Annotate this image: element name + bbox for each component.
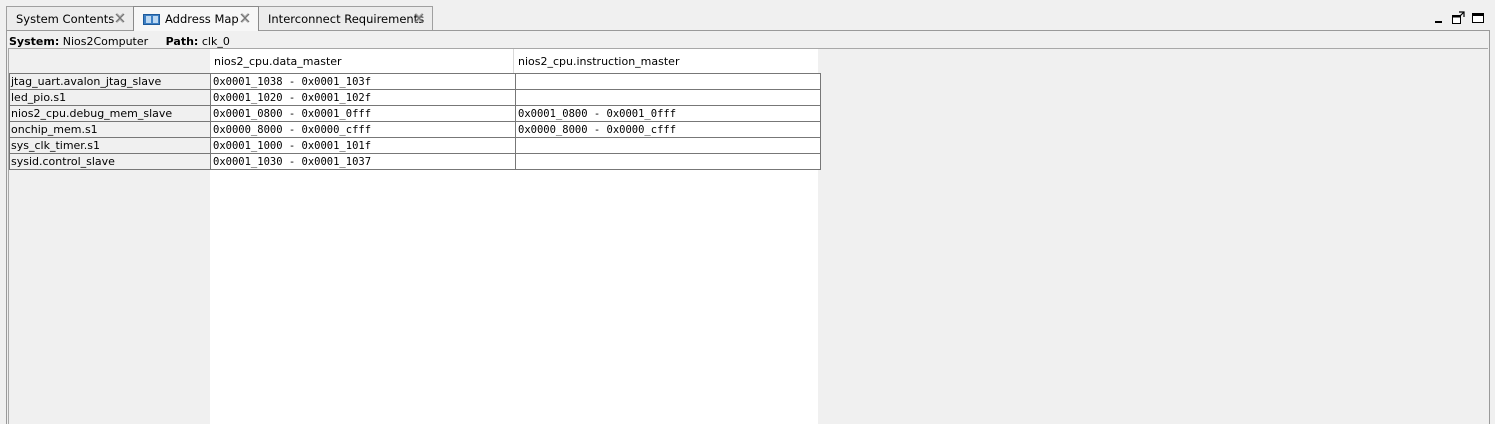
restore-icon[interactable] xyxy=(1451,11,1465,25)
address-range-cell[interactable] xyxy=(515,137,821,154)
address-range-cell[interactable]: 0x0000_8000 - 0x0000_cfff xyxy=(210,121,516,138)
table-row: onchip_mem.s1 0x0000_8000 - 0x0000_cfff … xyxy=(9,121,821,138)
row-header-slave[interactable]: sys_clk_timer.s1 xyxy=(9,137,211,154)
close-tab-icon[interactable] xyxy=(413,12,425,24)
tab-interconnect-requirements[interactable]: Interconnect Requirements xyxy=(258,6,433,30)
column-header-data-master[interactable]: nios2_cpu.data_master xyxy=(214,55,342,68)
path-label: Path: xyxy=(165,35,199,48)
tab-label: Interconnect Requirements xyxy=(268,11,425,26)
address-map-table: jtag_uart.avalon_jtag_slave 0x0001_1038 … xyxy=(9,73,821,170)
row-header-slave[interactable]: nios2_cpu.debug_mem_slave xyxy=(9,105,211,122)
address-range-cell[interactable]: 0x0000_8000 - 0x0000_cfff xyxy=(515,121,821,138)
tab-address-map[interactable]: Address Map xyxy=(133,6,259,31)
table-row: jtag_uart.avalon_jtag_slave 0x0001_1038 … xyxy=(9,73,821,90)
close-tab-icon[interactable] xyxy=(239,12,251,24)
system-label: System: xyxy=(9,35,60,48)
row-header-slave[interactable]: sysid.control_slave xyxy=(9,153,211,170)
tab-system-contents[interactable]: System Contents xyxy=(6,6,134,30)
system-value: Nios2Computer xyxy=(62,35,149,48)
editor-tab-bar: System Contents Address Map Interconnect… xyxy=(0,0,1495,32)
table-row: nios2_cpu.debug_mem_slave 0x0001_0800 - … xyxy=(9,105,821,122)
maximize-icon[interactable] xyxy=(1472,12,1484,24)
path-value: clk_0 xyxy=(201,35,230,48)
close-tab-icon[interactable] xyxy=(114,12,126,24)
address-range-cell[interactable]: 0x0001_1038 - 0x0001_103f xyxy=(210,73,516,90)
row-header-slave[interactable]: led_pio.s1 xyxy=(9,89,211,106)
breadcrumb: System: Nios2Computer Path: clk_0 xyxy=(9,35,230,48)
tab-label: System Contents xyxy=(16,11,115,26)
address-range-cell[interactable]: 0x0001_1020 - 0x0001_102f xyxy=(210,89,516,106)
table-row: led_pio.s1 0x0001_1020 - 0x0001_102f xyxy=(9,89,821,106)
tab-label: Address Map xyxy=(165,12,239,26)
row-header-slave[interactable]: jtag_uart.avalon_jtag_slave xyxy=(9,73,211,90)
address-range-cell[interactable] xyxy=(515,73,821,90)
address-range-cell[interactable]: 0x0001_1030 - 0x0001_1037 xyxy=(210,153,516,170)
address-range-cell[interactable] xyxy=(515,89,821,106)
address-map-icon xyxy=(143,13,160,25)
column-header-instruction-master[interactable]: nios2_cpu.instruction_master xyxy=(518,55,679,68)
address-range-cell[interactable]: 0x0001_0800 - 0x0001_0fff xyxy=(515,105,821,122)
address-range-cell[interactable]: 0x0001_1000 - 0x0001_101f xyxy=(210,137,516,154)
address-range-cell[interactable]: 0x0001_0800 - 0x0001_0fff xyxy=(210,105,516,122)
address-range-cell[interactable] xyxy=(515,153,821,170)
table-row: sysid.control_slave 0x0001_1030 - 0x0001… xyxy=(9,153,821,170)
table-row: sys_clk_timer.s1 0x0001_1000 - 0x0001_10… xyxy=(9,137,821,154)
row-header-slave[interactable]: onchip_mem.s1 xyxy=(9,121,211,138)
column-separator xyxy=(513,49,514,73)
minimize-icon[interactable] xyxy=(1433,12,1445,24)
